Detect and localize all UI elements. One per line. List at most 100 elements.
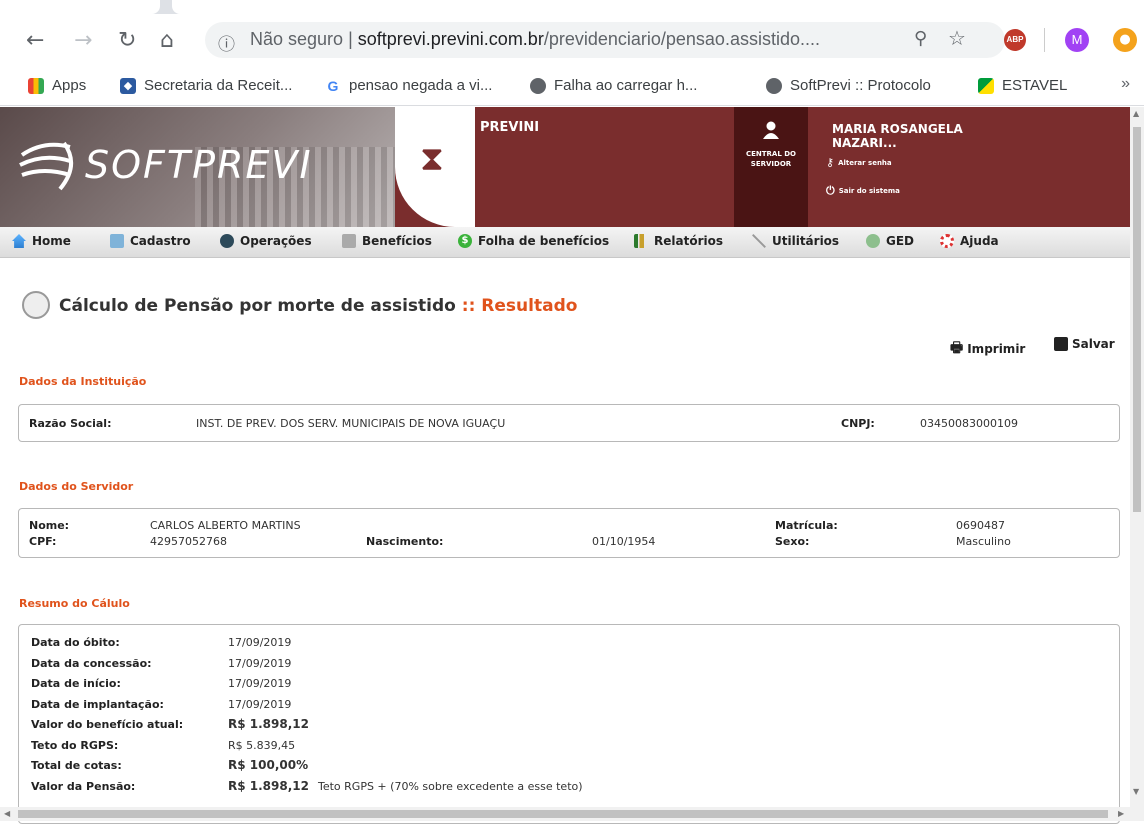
print-button[interactable]: 🖶 Imprimir <box>950 337 1025 361</box>
bookmark-star-icon[interactable]: ☆ <box>948 26 966 50</box>
horizontal-scrollbar[interactable]: ◀ ▶ <box>0 807 1144 821</box>
cpf-label: CPF: <box>29 535 57 548</box>
help-icon <box>940 234 954 248</box>
user-icon <box>763 121 779 139</box>
save-button[interactable]: Salvar <box>1054 337 1115 351</box>
reload-icon[interactable]: ↻ <box>118 28 136 53</box>
logo-banner: SOFTPREVI <box>0 107 395 227</box>
receita-icon: ◆ <box>120 77 136 94</box>
cnpj-value: 03450083000109 <box>920 417 1018 430</box>
scroll-thumb[interactable] <box>1133 127 1141 512</box>
bookmarks-bar: Apps ◆ Secretaria da Receit... G pensao … <box>0 66 1144 106</box>
menu-utilitarios[interactable]: Utilitários <box>752 234 839 248</box>
matricula-value: 0690487 <box>956 519 1005 532</box>
printer-icon: 🖶 <box>950 340 964 356</box>
nascimento-value: 01/10/1954 <box>592 535 656 548</box>
main-menu: Home Cadastro Operações Benefícios $ Folh… <box>0 227 1130 258</box>
home-icon[interactable]: ⌂ <box>160 28 174 53</box>
central-servidor-button[interactable]: CENTRAL DO SERVIDOR <box>734 107 808 227</box>
profile-avatar[interactable]: M <box>1065 28 1089 52</box>
bookmark-receita[interactable]: ◆ Secretaria da Receit... <box>120 77 292 94</box>
hscroll-thumb[interactable] <box>18 810 1108 818</box>
menu-operacoes[interactable]: Operações <box>220 234 312 248</box>
section-title-servidor: Dados do Servidor <box>19 480 134 493</box>
section-title-resumo: Resumo do Cálulo <box>19 597 130 610</box>
scroll-left-icon[interactable]: ◀ <box>4 809 10 818</box>
sexo-value: Masculino <box>956 535 1011 548</box>
matricula-label: Matrícula: <box>775 519 838 532</box>
menu-folha[interactable]: $ Folha de benefícios <box>458 234 609 248</box>
resumo-label: Data do óbito: <box>31 636 120 649</box>
browser-tab-active[interactable] <box>172 0 1144 14</box>
bookmark-softprevi[interactable]: SoftPrevi :: Protocolo <box>766 77 931 94</box>
change-password-link[interactable]: ⚷ Alterar senha <box>826 156 892 169</box>
vertical-scrollbar[interactable]: ▲ ▼ <box>1130 107 1144 807</box>
bookmarks-more-icon[interactable]: » <box>1121 75 1130 93</box>
resumo-label: Data da concessão: <box>31 656 152 670</box>
power-icon: ⏻ <box>826 184 835 197</box>
menu-ged[interactable]: GED <box>866 234 914 248</box>
resumo-value: R$ 1.898,12 <box>228 717 309 731</box>
logout-link[interactable]: ⏻ Sair do sistema <box>826 184 900 198</box>
nascimento-label: Nascimento: <box>366 535 444 548</box>
menu-home[interactable]: Home <box>12 234 71 248</box>
resumo-value: R$ 100,00% <box>228 758 309 772</box>
softprevi-logo-icon <box>19 141 73 191</box>
panel-servidor: Nome: CARLOS ALBERTO MARTINS Matrícula: … <box>18 508 1120 558</box>
resumo-label: Data de implantação: <box>31 697 164 711</box>
menu-beneficios[interactable]: Benefícios <box>342 234 432 248</box>
resumo-label: Valor do benefício atual: <box>31 718 184 731</box>
menu-relatorios[interactable]: Relatórios <box>634 234 723 248</box>
beneficios-icon <box>342 234 356 248</box>
apps-grid-icon <box>28 77 44 94</box>
bookmark-label: Secretaria da Receit... <box>144 77 293 94</box>
ged-icon <box>866 234 880 248</box>
globe-icon <box>766 77 782 94</box>
url-host: softprevi.previni.com.br <box>357 29 544 49</box>
resumo-label: Valor da Pensão: <box>31 779 136 793</box>
address-text[interactable]: Não seguro | softprevi.previni.com.br/pr… <box>250 29 820 50</box>
resumo-label: Teto do RGPS: <box>31 738 119 752</box>
back-icon[interactable]: ← <box>26 28 44 53</box>
resumo-label: Total de cotas: <box>31 759 122 772</box>
browser-tab[interactable] <box>0 0 160 14</box>
bookmark-estavel[interactable]: ESTAVEL <box>978 77 1067 94</box>
bookmark-label: Falha ao carregar h... <box>554 77 698 94</box>
scroll-up-icon[interactable]: ▲ <box>1133 109 1139 118</box>
browser-toolbar: ← → ↻ ⌂ ⓘ Não seguro | softprevi.previni… <box>0 14 1144 66</box>
panel-instituicao: Razão Social: INST. DE PREV. DOS SERV. M… <box>18 404 1120 442</box>
home-icon <box>12 234 26 248</box>
resumo-note: Teto RGPS + (70% sobre excedente a esse … <box>318 779 583 793</box>
money-icon: $ <box>458 234 472 248</box>
cpf-value: 42957052768 <box>150 535 227 548</box>
forward-icon[interactable]: → <box>74 28 92 53</box>
resumo-value: 17/09/2019 <box>228 697 292 711</box>
info-icon[interactable]: ⓘ <box>218 30 235 55</box>
menu-ajuda[interactable]: Ajuda <box>940 234 999 248</box>
cadastro-icon <box>110 234 124 248</box>
razao-label: Razão Social: <box>29 417 112 430</box>
zoom-icon[interactable]: ⚲ <box>914 28 927 49</box>
url-path: /previdenciario/pensao.assistido.... <box>543 29 820 49</box>
app-header: SOFTPREVI ⧗ PREVINI CENTRAL DO SERVIDOR M… <box>0 107 1130 227</box>
operacoes-icon <box>220 234 234 248</box>
page-title: Cálculo de Pensão por morte de assistido… <box>59 296 578 316</box>
bookmark-falha[interactable]: Falha ao carregar h... <box>530 77 697 94</box>
extension-icon[interactable]: ● <box>1113 28 1137 52</box>
menu-cadastro[interactable]: Cadastro <box>110 234 191 248</box>
resumo-value: 17/09/2019 <box>228 656 292 670</box>
bookmark-google[interactable]: G pensao negada a vi... <box>325 77 492 94</box>
bookmark-apps[interactable]: Apps <box>28 77 86 94</box>
bookmark-label: SoftPrevi :: Protocolo <box>790 77 931 94</box>
adblock-icon[interactable]: ABP <box>1004 29 1026 51</box>
central-label: SERVIDOR <box>750 160 792 168</box>
scroll-down-icon[interactable]: ▼ <box>1133 787 1139 796</box>
nome-value: CARLOS ALBERTO MARTINS <box>150 519 301 532</box>
scroll-right-icon[interactable]: ▶ <box>1118 809 1124 818</box>
bookmark-label: pensao negada a vi... <box>349 77 493 94</box>
resumo-value: 17/09/2019 <box>228 677 292 690</box>
logo-text: SOFTPREVI <box>85 143 313 187</box>
central-label: CENTRAL DO <box>745 150 797 158</box>
razao-value: INST. DE PREV. DOS SERV. MUNICIPAIS DE N… <box>196 417 506 430</box>
user-name: MARIA ROSANGELA NAZARI... <box>832 122 963 150</box>
